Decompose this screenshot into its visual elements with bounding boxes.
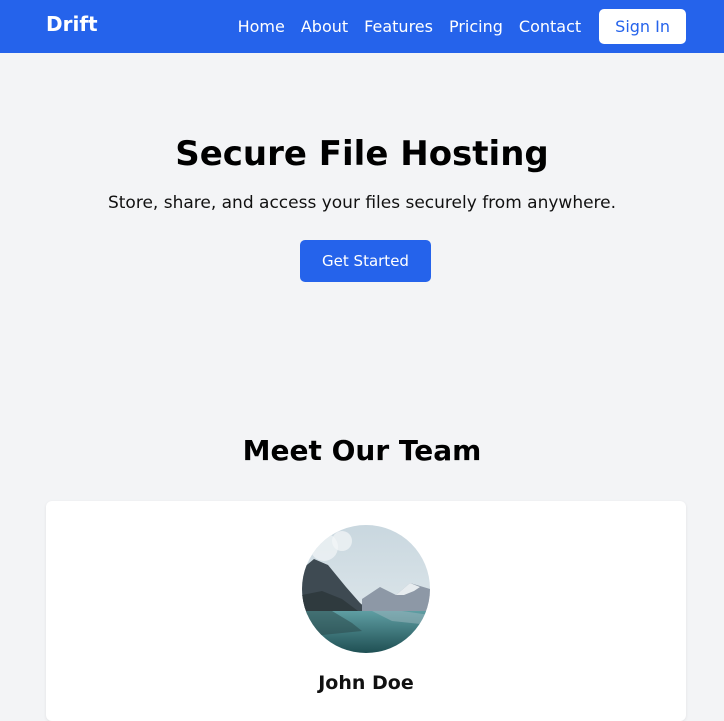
team-member-card: John Doe: [46, 501, 686, 721]
member-name: John Doe: [318, 672, 414, 694]
avatar: [302, 525, 430, 653]
sign-in-button[interactable]: Sign In: [599, 9, 686, 44]
nav-link-pricing[interactable]: Pricing: [449, 17, 503, 37]
team-heading: Meet Our Team: [242, 434, 482, 467]
brand-logo[interactable]: Drift: [46, 11, 98, 37]
hero-title: Secure File Hosting: [175, 134, 549, 174]
hero-subtitle: Store, share, and access your files secu…: [107, 193, 617, 213]
nav-link-features[interactable]: Features: [364, 17, 433, 37]
nav-link-about[interactable]: About: [301, 17, 348, 37]
top-navbar: Drift Home About Features Pricing Contac…: [0, 0, 724, 53]
avatar-landscape-image: [302, 525, 430, 653]
get-started-button[interactable]: Get Started: [300, 240, 431, 282]
nav-menu: Home About Features Pricing Contact Sign…: [238, 0, 686, 53]
nav-link-home[interactable]: Home: [238, 17, 285, 37]
nav-link-contact[interactable]: Contact: [519, 17, 581, 37]
